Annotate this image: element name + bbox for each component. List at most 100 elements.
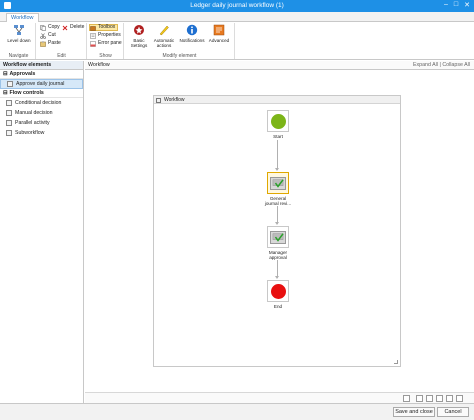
start-circle-icon [270, 113, 286, 129]
end-node-label: End [273, 304, 283, 309]
show-group-label: Show [99, 53, 112, 59]
approvals-section[interactable]: ⊟ Approvals [0, 70, 83, 79]
cut-button[interactable]: Cut [40, 32, 56, 39]
copy-label: Copy [48, 24, 60, 30]
workflow-container-title: Workflow [164, 97, 185, 103]
end-node[interactable]: End [264, 280, 292, 309]
modify-element-group-label: Modify element [162, 53, 197, 59]
approval-task-icon [270, 176, 286, 190]
maximize-button[interactable]: □ [454, 1, 458, 9]
properties-label: Properties [98, 32, 121, 38]
zoom-reset-icon[interactable] [446, 395, 453, 402]
parallel-activity-icon [6, 120, 12, 126]
copy-button[interactable]: Copy [40, 24, 60, 31]
automatic-actions-button[interactable]: Automatic actions [151, 24, 177, 48]
toolbox-button[interactable]: Toolbox [89, 24, 119, 31]
cut-label: Cut [48, 32, 56, 38]
zoom-toolbar [85, 392, 474, 403]
element-conditional-decision[interactable]: Conditional decision [0, 98, 83, 108]
error-pane-label: Error pane [98, 40, 122, 46]
cancel-button[interactable]: Cancel [437, 407, 469, 417]
advanced-label: Advanced [208, 38, 230, 43]
window-title: Ledger daily journal workflow (1) [190, 2, 284, 9]
cut-icon [40, 32, 46, 39]
end-node-box [267, 280, 289, 302]
review-node-label: General journal revi... [264, 196, 292, 206]
flow-controls-section-label: Flow controls [9, 89, 44, 96]
basic-settings-icon [134, 25, 144, 35]
connector-arrow [275, 168, 279, 171]
general-journal-review-node[interactable]: General journal revi... [264, 172, 292, 206]
collapse-all-link[interactable]: Collapse All [442, 62, 470, 68]
approval-element-icon [7, 81, 13, 87]
show-group: Toolbox Properties Error pane Show [88, 23, 124, 59]
start-node-label: Start [273, 134, 283, 139]
layout-icon[interactable] [403, 395, 410, 402]
element-approve-daily-journal[interactable]: Approve daily journal [0, 79, 83, 89]
connector-line [277, 140, 278, 170]
navigate-group-label: Navigate [8, 53, 29, 59]
start-node-box [267, 110, 289, 132]
notifications-button[interactable]: Notifications [178, 24, 206, 43]
element-parallel-activity[interactable]: Parallel activity [0, 118, 83, 128]
approval-node-label: Manager approval [268, 250, 288, 260]
approval-task-icon [270, 230, 286, 244]
element-label: Approve daily journal [16, 81, 65, 87]
subworkflow-icon [6, 130, 12, 136]
connector-arrow [275, 222, 279, 225]
resize-handle[interactable] [394, 360, 398, 364]
basic-settings-label: Basic Settings [130, 38, 148, 48]
approvals-section-label: Approvals [9, 70, 36, 77]
element-label: Parallel activity [15, 120, 50, 126]
level-down-button[interactable]: Level down [7, 24, 31, 43]
save-and-close-button[interactable]: Save and close [393, 407, 435, 417]
automatic-actions-icon [159, 25, 169, 36]
flow-controls-section[interactable]: ⊟ Flow controls [0, 89, 83, 98]
advanced-button[interactable]: Advanced [207, 24, 231, 43]
workflow-elements-panel: Workflow elements ⊟ Approvals Approve da… [0, 61, 84, 403]
basic-settings-button[interactable]: Basic Settings [127, 24, 151, 48]
toolbox-icon [90, 25, 96, 31]
paste-label: Paste [48, 40, 61, 46]
element-label: Subworkflow [15, 130, 45, 136]
element-label: Manual decision [15, 110, 53, 116]
zoom-out-icon[interactable] [436, 395, 443, 402]
close-button[interactable]: ✕ [464, 1, 470, 9]
edit-group: Copy Delete Cut Paste Edit [37, 23, 87, 59]
minimize-button[interactable]: – [444, 1, 448, 9]
error-pane-icon [90, 40, 96, 47]
title-bar: Ledger daily journal workflow (1) – □ ✕ [0, 0, 474, 12]
properties-button[interactable]: Properties [90, 32, 121, 39]
paste-button[interactable]: Paste [40, 40, 61, 47]
review-node-box [267, 172, 289, 194]
start-node[interactable]: Start [264, 110, 292, 139]
element-subworkflow[interactable]: Subworkflow [0, 128, 83, 138]
automatic-actions-label: Automatic actions [153, 38, 175, 48]
canvas-header-title: Workflow [88, 62, 110, 68]
paste-icon [40, 40, 46, 47]
delete-button[interactable]: Delete [62, 24, 84, 31]
zoom-in-icon[interactable] [426, 395, 433, 402]
element-label: Conditional decision [15, 100, 62, 106]
connector-arrow [275, 276, 279, 279]
fit-icon[interactable] [416, 395, 423, 402]
workflow-container[interactable]: Workflow Start General journal revi... M… [153, 95, 401, 367]
ribbon: Level down Navigate Copy Delete Cut Past… [0, 22, 474, 60]
end-circle-icon [270, 283, 286, 299]
properties-icon [90, 32, 96, 39]
collapse-icon: ⊟ [3, 89, 8, 96]
collapse-icon: ⊟ [3, 70, 8, 77]
expand-all-link[interactable]: Expand All [413, 62, 438, 68]
full-screen-icon[interactable] [456, 395, 463, 402]
error-pane-button[interactable]: Error pane [90, 40, 122, 47]
element-manual-decision[interactable]: Manual decision [0, 108, 83, 118]
workflow-container-header: Workflow [154, 96, 400, 104]
footer-bar: Save and close Cancel [0, 403, 474, 420]
level-down-icon [14, 25, 24, 35]
modify-element-group: Basic Settings Automatic actions Notific… [125, 23, 235, 59]
manager-approval-node[interactable]: Manager approval [264, 226, 292, 260]
canvas-header: Workflow Expand All | Collapse All [85, 61, 474, 70]
ribbon-tabs: Workflow [0, 12, 474, 23]
notifications-icon [186, 24, 198, 36]
copy-icon [40, 24, 46, 31]
